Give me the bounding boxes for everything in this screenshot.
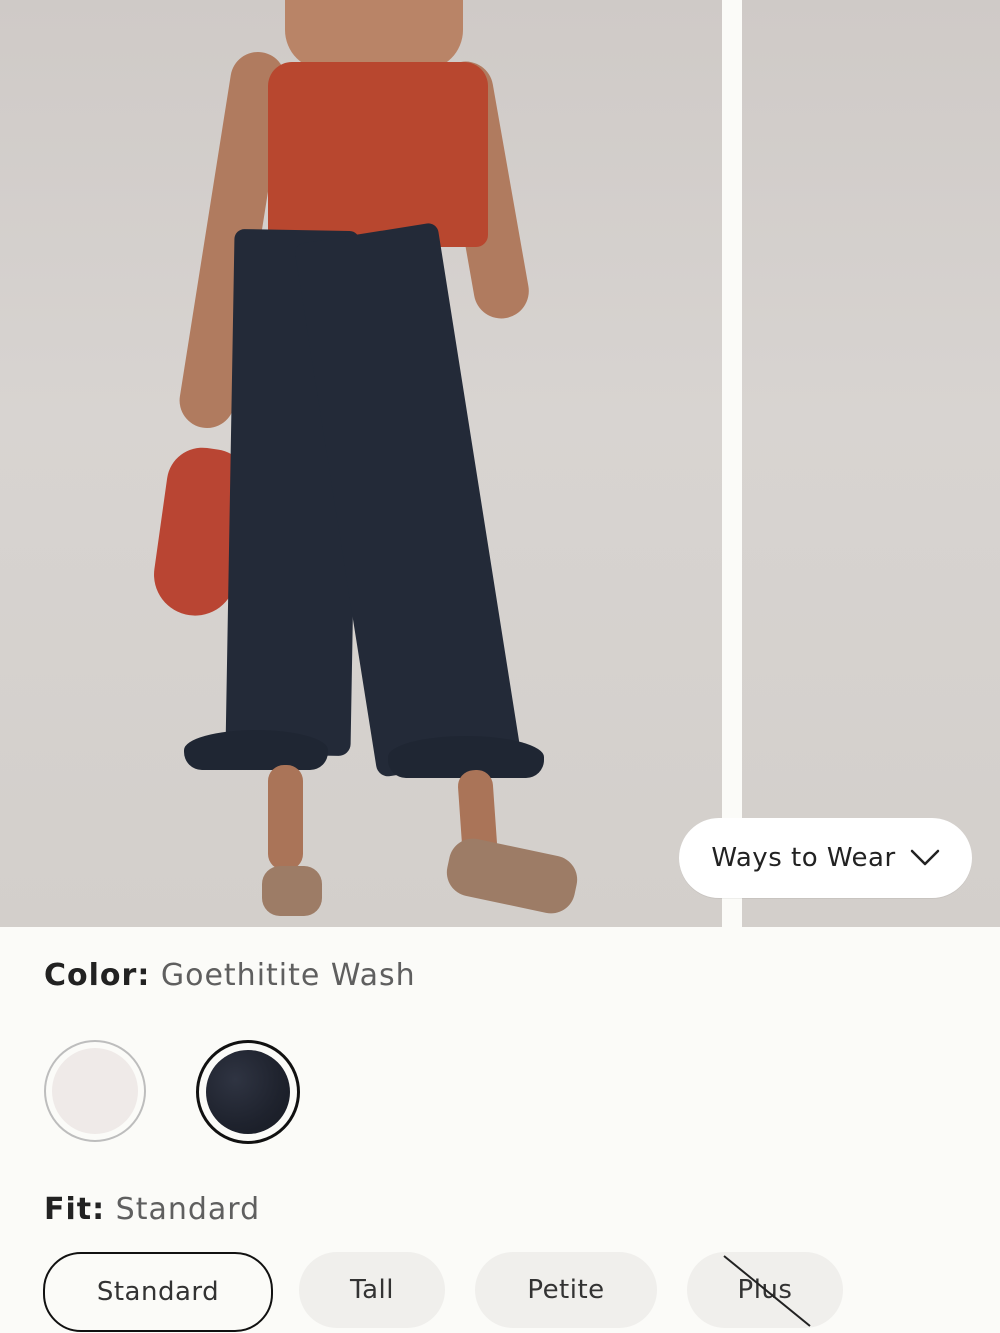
fit-option-tall-label: Tall	[350, 1275, 394, 1305]
fit-option-plus-label: Plus	[737, 1275, 793, 1305]
red-top	[268, 62, 488, 247]
color-value: Goethitite Wash	[160, 958, 416, 993]
product-photo-next[interactable]	[742, 0, 1000, 927]
jeans-ruffle-left	[184, 730, 328, 770]
fit-option-standard-label: Standard	[96, 1277, 220, 1307]
fit-option-tall[interactable]: Tall	[299, 1252, 445, 1328]
left-sandal	[262, 866, 322, 916]
color-swatch-dark-fill	[206, 1050, 290, 1134]
model-torso	[285, 0, 463, 70]
color-swatch-dark-selected[interactable]	[196, 1040, 300, 1144]
color-swatch-light[interactable]	[44, 1040, 146, 1142]
product-image-gallery[interactable]: Ways to Wear	[0, 0, 1000, 927]
chevron-down-icon	[910, 849, 940, 867]
fit-label: Fit:	[44, 1192, 106, 1227]
product-photo-main[interactable]	[0, 0, 722, 927]
fit-label-row: Fit: Standard	[44, 1192, 260, 1228]
model-leg-left	[268, 765, 303, 870]
right-sandal	[442, 834, 582, 918]
fit-option-standard[interactable]: Standard	[43, 1252, 273, 1332]
fit-value: Standard	[115, 1192, 261, 1227]
color-swatch-light-fill	[52, 1048, 138, 1134]
ways-to-wear-label: Ways to Wear	[711, 843, 896, 873]
ways-to-wear-button[interactable]: Ways to Wear	[679, 818, 972, 898]
color-label: Color:	[44, 958, 151, 993]
fit-option-petite[interactable]: Petite	[475, 1252, 657, 1328]
color-label-row: Color: Goethitite Wash	[44, 958, 416, 994]
fit-option-petite-label: Petite	[527, 1275, 605, 1305]
fit-option-plus[interactable]: Plus	[687, 1252, 843, 1328]
